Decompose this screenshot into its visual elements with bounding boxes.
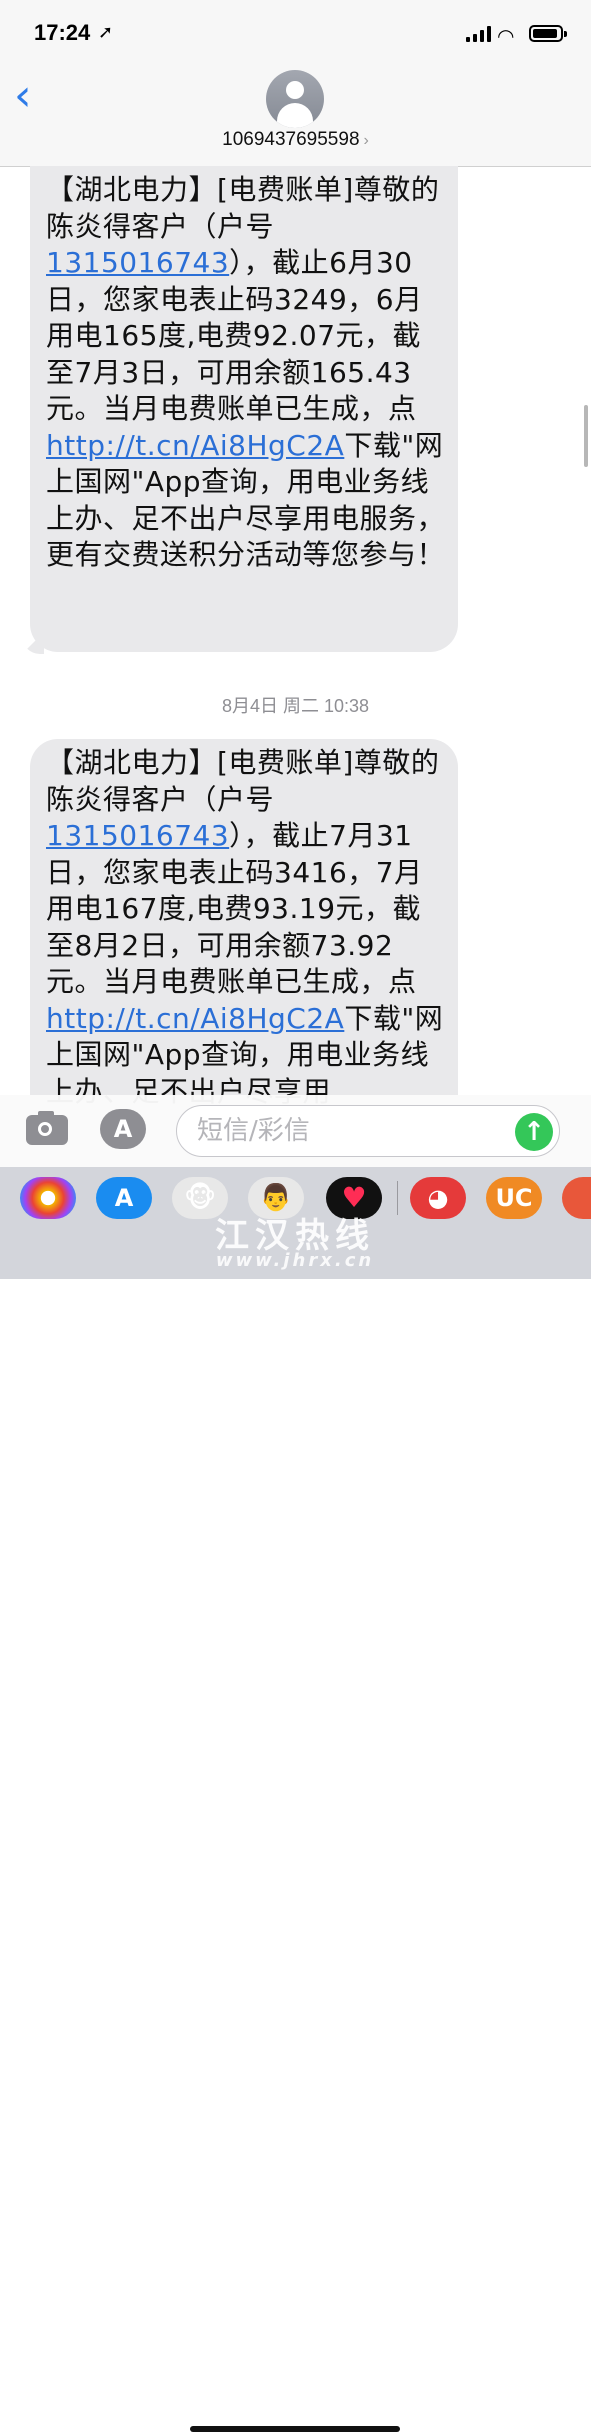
contact-name[interactable]: 1069437695598 › — [0, 129, 591, 151]
cellular-signal-icon — [466, 26, 492, 42]
conversation-header: ‹ 1069437695598 › — [0, 64, 591, 167]
chevron-right-icon: › — [363, 132, 369, 149]
location-arrow-icon: ➚ — [98, 22, 114, 43]
message-input[interactable]: ↑ — [176, 1105, 560, 1157]
app-store-icon[interactable]: A — [96, 1177, 152, 1219]
message-bubble[interactable]: 【湖北电力】[电费账单]尊敬的陈炎得客户（户号1315016743），截止7月3… — [30, 739, 458, 1139]
photos-app-icon[interactable] — [20, 1177, 76, 1219]
status-bar: 17:24 ➚ ◠ — [0, 0, 591, 64]
watermark-url: www.jhrx.cn — [215, 1250, 375, 1271]
partial-app-icon[interactable] — [562, 1177, 591, 1219]
uc-browser-icon[interactable]: UC — [486, 1177, 542, 1219]
back-button[interactable]: ‹ — [14, 70, 32, 121]
wifi-icon: ◠ — [497, 24, 515, 48]
chevron-left-icon[interactable]: ‹ — [14, 70, 32, 121]
account-number-link[interactable]: 1315016743 — [46, 246, 229, 279]
status-time: 17:24 — [34, 20, 91, 45]
compose-bar: A ↑ — [0, 1095, 591, 1167]
account-number-link[interactable]: 1315016743 — [46, 819, 229, 852]
scrollbar[interactable] — [584, 405, 588, 467]
contact-avatar[interactable] — [266, 70, 324, 128]
message-text: 【湖北电力】[电费账单]尊敬的陈炎得客户（户号 — [46, 173, 440, 243]
send-button[interactable]: ↑ — [515, 1113, 553, 1151]
message-text-field[interactable] — [195, 1115, 499, 1147]
arrow-up-icon[interactable]: ↑ — [523, 1117, 545, 1147]
home-indicator[interactable] — [190, 2426, 400, 2432]
message-text: 【湖北电力】[电费账单]尊敬的陈炎得客户（户号 — [46, 746, 440, 816]
url-link[interactable]: http://t.cn/Ai8HgC2A — [46, 429, 344, 462]
app-store-button[interactable]: A — [100, 1109, 146, 1149]
app-store-icon[interactable]: A — [114, 1115, 133, 1143]
message-timestamp: 8月4日 周二 10:38 — [221, 696, 370, 716]
url-link[interactable]: http://t.cn/Ai8HgC2A — [46, 1002, 344, 1035]
message-bubble[interactable]: 【湖北电力】[电费账单]尊敬的陈炎得客户（户号1315016743），截止6月3… — [30, 166, 458, 652]
battery-icon — [529, 25, 567, 42]
camera-icon[interactable] — [26, 1111, 68, 1145]
